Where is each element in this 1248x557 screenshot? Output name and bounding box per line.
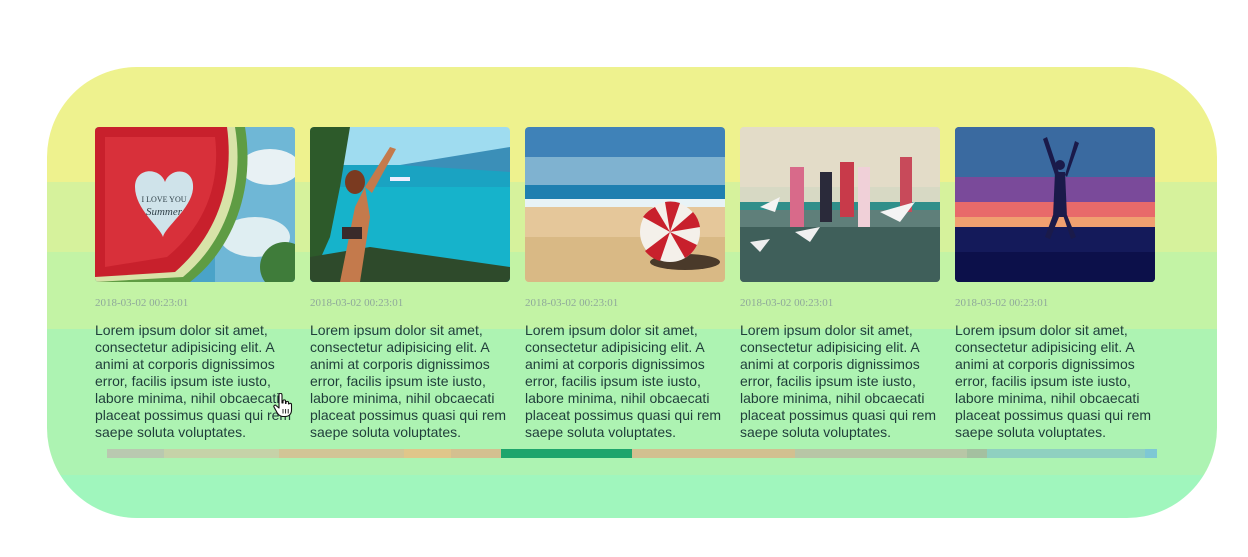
scroll-track-segment [1145, 449, 1157, 458]
card-date: 2018-03-02 00:23:01 [310, 297, 404, 309]
card-4[interactable]: 2018-03-02 00:23:01 Lorem ipsum dolor si… [740, 127, 940, 441]
card-description: Lorem ipsum dolor sit amet, consectetur … [525, 322, 722, 440]
gallery-panel: I LOVE YOU Summer 2018-03-02 00:23:01 Lo… [47, 67, 1217, 518]
card-description: Lorem ipsum dolor sit amet, consectetur … [955, 322, 1152, 440]
scroll-track-segment [404, 449, 451, 458]
girl-jumping-sea-image[interactable] [310, 127, 510, 282]
people-seagulls-pier-image[interactable] [740, 127, 940, 282]
scroll-track-segment [795, 449, 967, 458]
scroll-track-segment [987, 449, 1145, 458]
card-5[interactable]: 2018-03-02 00:23:01 Lorem ipsum dolor si… [955, 127, 1155, 441]
scroll-thumb[interactable] [501, 449, 632, 458]
sunset-image-art [955, 127, 1155, 282]
horizontal-scrollbar[interactable] [107, 449, 1157, 458]
scroll-track-segment [107, 449, 164, 458]
sea-image-art [310, 127, 510, 282]
card-description: Lorem ipsum dolor sit amet, consectetur … [310, 322, 507, 440]
beach-umbrella-image[interactable] [525, 127, 725, 282]
card-date: 2018-03-02 00:23:01 [740, 297, 834, 309]
scroll-track-segment [279, 449, 404, 458]
card-description: Lorem ipsum dolor sit amet, consectetur … [740, 322, 937, 440]
scroll-track-segment [164, 449, 279, 458]
card-3[interactable]: 2018-03-02 00:23:01 Lorem ipsum dolor si… [525, 127, 725, 441]
summer-text: Summer [146, 206, 183, 218]
card-date: 2018-03-02 00:23:01 [955, 297, 1049, 309]
hand-cursor-icon [273, 393, 293, 417]
card-date: 2018-03-02 00:23:01 [95, 297, 189, 309]
watermelon-image-art: I LOVE YOU Summer [95, 127, 295, 282]
card-description: Lorem ipsum dolor sit amet, consectetur … [95, 322, 292, 440]
scroll-track-segment [632, 449, 795, 458]
scroll-track-segment [967, 449, 987, 458]
card-date: 2018-03-02 00:23:01 [525, 297, 619, 309]
card-1[interactable]: I LOVE YOU Summer 2018-03-02 00:23:01 Lo… [95, 127, 295, 441]
love-you-text: I LOVE YOU [141, 195, 186, 204]
pier-image-art [740, 127, 940, 282]
scroll-track-segment [451, 449, 501, 458]
silhouette-jump-sunset-image[interactable] [955, 127, 1155, 282]
watermelon-love-summer-image[interactable]: I LOVE YOU Summer [95, 127, 295, 282]
beach-image-art [525, 127, 725, 282]
card-2[interactable]: 2018-03-02 00:23:01 Lorem ipsum dolor si… [310, 127, 510, 441]
